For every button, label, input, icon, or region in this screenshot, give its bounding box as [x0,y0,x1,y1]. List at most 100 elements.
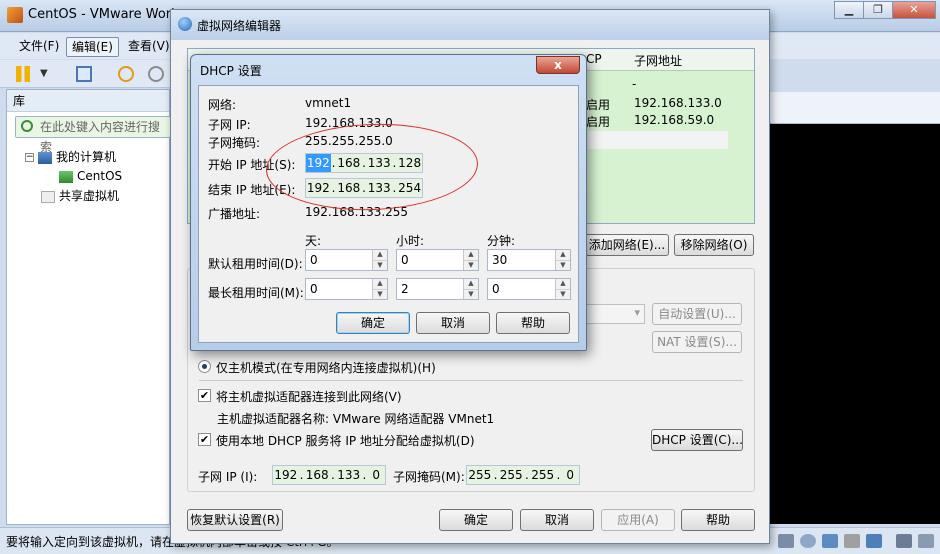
table-cell-subnet: 192.168.59.0 [634,113,715,127]
end-ip-input[interactable]: 192. 168. 133. 254 [305,178,423,198]
selected-row-highlight [588,131,728,149]
remove-network-button[interactable]: 移除网络(O) [674,234,754,256]
dhcp-settings-dialog: DHCP 设置 x 网络: vmnet1 子网 IP: 192.168.133.… [190,54,587,351]
spin-arrows-icon[interactable]: ▲ ▼ [463,279,478,299]
maximize-icon[interactable]: ❐ [863,1,893,19]
bridge-adapter-select[interactable] [585,304,645,324]
spin-arrows-icon[interactable]: ▲ ▼ [372,279,387,299]
vm-console[interactable] [768,124,940,524]
library-search-input[interactable]: 在此处键入内容进行搜索 [15,116,171,154]
usb-icon[interactable] [844,534,860,548]
vmware-app-icon [7,7,23,23]
adapter-name-label: 主机虚拟适配器名称: VMware 网络适配器 VMnet1 [217,412,495,426]
cancel-button[interactable]: 取消 [520,509,594,531]
connect-adapter-checkbox[interactable]: ✔ [198,389,211,402]
table-cell-dhcp: 启用 [586,115,611,129]
hdd-icon[interactable] [778,534,794,548]
dhcp-cancel-button[interactable]: 取消 [416,312,490,334]
network-icon[interactable] [76,66,92,82]
use-dhcp-checkbox[interactable]: ✔ [198,433,211,446]
column-subnet[interactable]: 子网地址 [634,52,682,69]
shared-vm-icon [41,190,55,203]
minimize-icon[interactable]: ▁ [834,1,864,19]
tree-item-shared-vms[interactable]: 共享虚拟机 [41,187,119,205]
connect-adapter-label: 将主机虚拟适配器连接到此网络(V) [216,390,402,404]
tree-item-centos[interactable]: CentOS [59,167,122,185]
restore-defaults-button[interactable]: 恢复默认设置(R) [187,509,283,531]
message-icon[interactable] [918,534,934,548]
nat-settings-button[interactable]: NAT 设置(S)... [652,331,742,353]
subnet-ip-value: 192.168.133.0 [305,116,393,130]
table-cell-subnet: - [632,77,637,91]
dhcp-dialog-body: 网络: vmnet1 子网 IP: 192.168.133.0 子网掩码: 25… [198,85,579,343]
table-cell-subnet: 192.168.133.0 [634,96,722,110]
network-adapter-icon[interactable] [822,534,838,548]
help-button[interactable]: 帮助 [681,509,755,531]
column-dhcp[interactable]: CP [586,52,602,66]
subnet-mask-input[interactable]: 255. 255. 255. 0 [466,465,580,485]
apply-button[interactable]: 应用(A) [601,509,675,531]
default-lease-minutes-stepper[interactable]: 30 ▲ ▼ [487,249,571,271]
add-network-button[interactable]: 添加网络(E)... [585,234,669,256]
vne-title: 虚拟网络编辑器 [197,19,282,33]
ok-button[interactable]: 确定 [439,509,513,531]
library-header: 库 [7,90,169,112]
broadcast-value: 192.168.133.255 [305,205,409,219]
revert-snapshot-icon[interactable] [148,66,164,82]
menu-file[interactable]: 文件(F) [14,37,64,57]
close-icon[interactable]: x [536,56,580,74]
default-lease-days-stepper[interactable]: 0 ▲ ▼ [305,249,388,271]
max-lease-label: 最长租用时间(M): [208,286,304,300]
auto-setup-button[interactable]: 自动设置(U)... [652,303,742,325]
pause-icon[interactable] [16,66,30,82]
spin-arrows-icon[interactable]: ▲ ▼ [555,250,570,270]
vne-titlebar: 虚拟网络编辑器 [171,10,769,40]
table-cell-dhcp: 启用 [586,98,611,112]
network-editor-icon [178,17,192,31]
chevron-down-icon[interactable]: ▼ [40,66,50,82]
menu-view[interactable]: 查看(V) [123,37,175,57]
main-toolbar: ▼ [0,60,170,88]
end-ip-label: 结束 IP 地址(E): [208,183,296,197]
subnet-ip-label: 子网 IP: [208,118,251,132]
max-lease-days-stepper[interactable]: 0 ▲ ▼ [305,278,388,300]
vm-tab-strip [768,92,940,124]
default-lease-label: 默认租用时间(D): [208,257,303,271]
days-label: 天: [305,234,322,248]
divider [199,380,743,381]
hours-label: 小时: [396,234,425,248]
use-dhcp-label: 使用本地 DHCP 服务将 IP 地址分配给虚拟机(D) [216,434,475,448]
default-lease-hours-stepper[interactable]: 0 ▲ ▼ [396,249,479,271]
sound-icon[interactable] [866,534,882,548]
vm-icon [59,170,73,183]
spin-arrows-icon[interactable]: ▲ ▼ [463,250,478,270]
host-only-label: 仅主机模式(在专用网络内连接虚拟机)(H) [216,361,436,375]
subnet-mask-value: 255.255.255.0 [305,134,393,148]
collapse-icon[interactable]: − [25,153,34,162]
subnet-ip-label: 子网 IP (I): [198,470,258,484]
dhcp-help-button[interactable]: 帮助 [496,312,570,334]
network-label: 网络: [208,98,237,112]
spin-arrows-icon[interactable]: ▲ ▼ [555,279,570,299]
max-lease-hours-stepper[interactable]: 2 ▲ ▼ [396,278,479,300]
subnet-mask-label: 子网掩码(M): [393,470,465,484]
host-only-radio[interactable] [198,360,211,373]
library-panel: 库 在此处键入内容进行搜索 − 我的计算机 CentOS 共享虚拟机 [6,89,171,525]
snapshot-icon[interactable] [118,66,134,82]
start-ip-label: 开始 IP 地址(S): [208,158,296,172]
cdrom-icon[interactable] [800,534,816,548]
dhcp-settings-button[interactable]: DHCP 设置(C)... [651,429,743,451]
start-ip-input[interactable]: 192. 168. 133. 128 [305,153,423,173]
close-icon[interactable]: ✕ [892,1,936,19]
search-icon [21,120,33,132]
spin-arrows-icon[interactable]: ▲ ▼ [372,250,387,270]
dhcp-ok-button[interactable]: 确定 [336,312,410,334]
tree-item-my-computer[interactable]: − 我的计算机 [25,148,116,166]
minutes-label: 分钟: [487,234,516,248]
broadcast-label: 广播地址: [208,207,261,221]
max-lease-minutes-stepper[interactable]: 0 ▲ ▼ [487,278,571,300]
subnet-ip-input[interactable]: 192. 168. 133. 0 [272,465,386,485]
network-value: vmnet1 [305,96,352,110]
menu-edit[interactable]: 编辑(E) [66,37,119,57]
display-icon[interactable] [896,534,912,548]
